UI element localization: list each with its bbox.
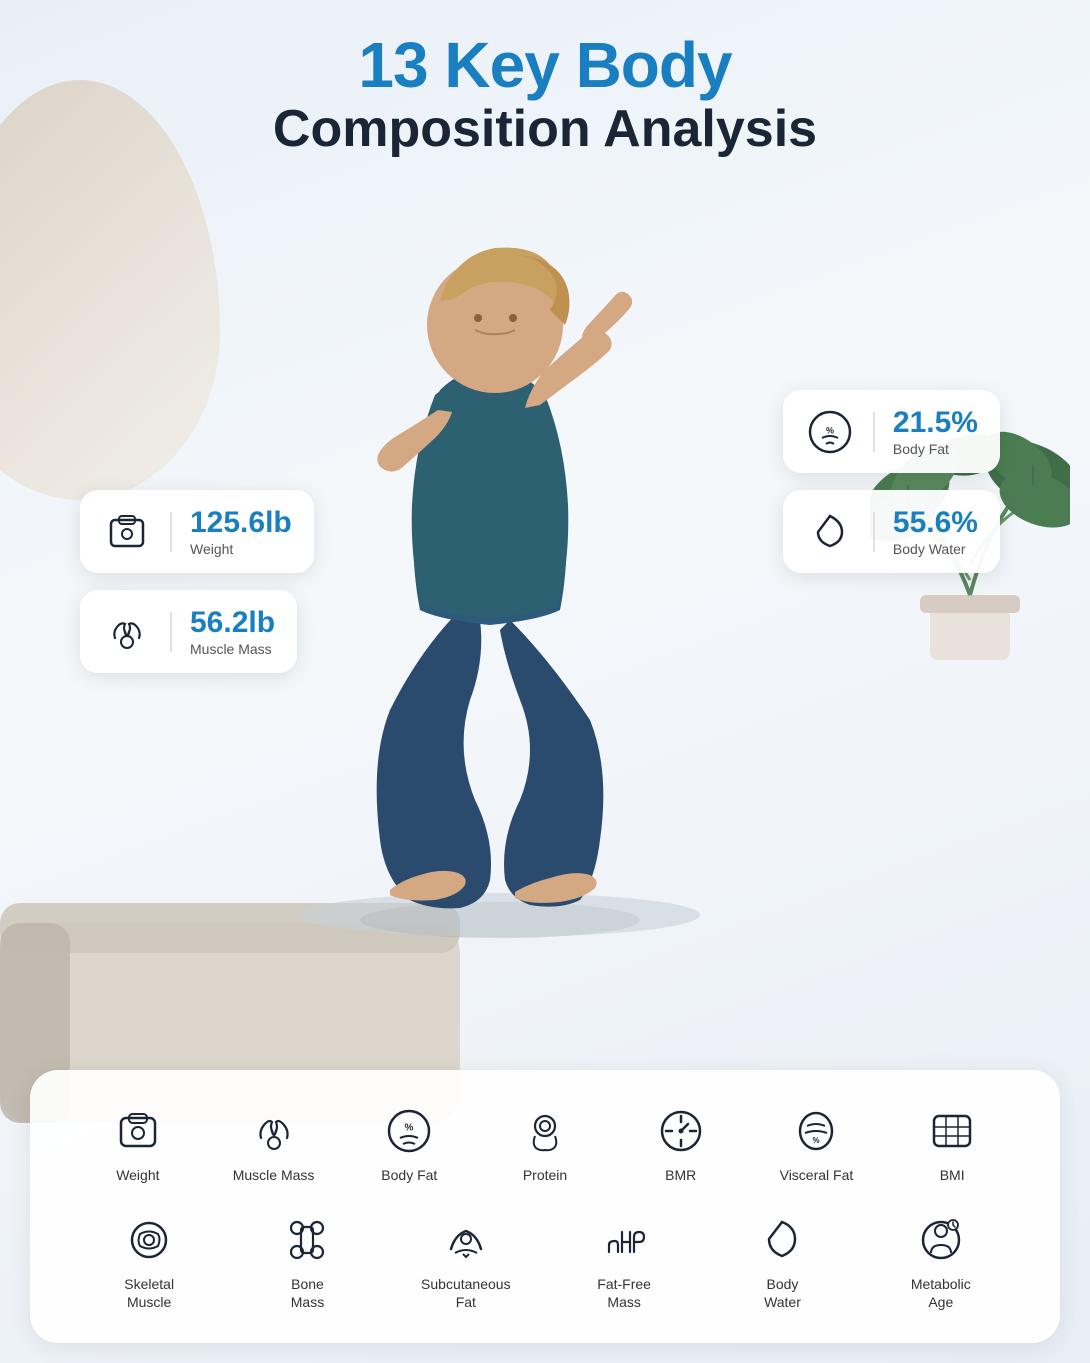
weight-icon (102, 507, 152, 557)
stat-card-body-fat: % 21.5% Body Fat (783, 390, 1000, 473)
stat-card-body-water: 55.6% Body Water (783, 490, 1000, 573)
metric-bmr: BMR (613, 1106, 749, 1184)
metric-metabolic-age: MetabolicAge (862, 1215, 1020, 1311)
metric-muscle-mass-label: Muscle Mass (233, 1166, 315, 1184)
metric-weight-label: Weight (116, 1166, 159, 1184)
metric-bone-mass: BoneMass (228, 1215, 386, 1311)
weight-value: 125.6lb (190, 506, 292, 539)
muscle-mass-value: 56.2lb (190, 606, 275, 639)
metric-visceral-fat: % Visceral Fat (749, 1106, 885, 1184)
stat-card-weight: 125.6lb Weight (80, 490, 314, 573)
metric-body-water-label: BodyWater (764, 1275, 801, 1311)
metric-body-fat-label: Body Fat (381, 1166, 437, 1184)
card-divider (873, 412, 875, 452)
body-water-info: 55.6% Body Water (893, 506, 978, 557)
metric-skeletal-muscle: SkeletalMuscle (70, 1215, 228, 1311)
card-divider (170, 612, 172, 652)
weight-info: 125.6lb Weight (190, 506, 292, 557)
metric-bmr-icon (656, 1106, 706, 1156)
metric-bmr-label: BMR (665, 1166, 696, 1184)
metric-body-water: BodyWater (703, 1215, 861, 1311)
body-fat-label: Body Fat (893, 441, 978, 457)
metric-subcutaneous-fat: SubcutaneousFat (387, 1215, 545, 1311)
metric-bone-mass-icon (282, 1215, 332, 1265)
svg-text:%: % (405, 1123, 414, 1134)
body-fat-value: 21.5% (893, 406, 978, 439)
metric-body-fat: % Body Fat (341, 1106, 477, 1184)
body-water-value: 55.6% (893, 506, 978, 539)
metric-subcutaneous-fat-label: SubcutaneousFat (421, 1275, 511, 1311)
page-container: 13 Key Body Composition Analysis % 21.5%… (0, 0, 1090, 1363)
metric-weight: Weight (70, 1106, 206, 1184)
metric-subcutaneous-fat-icon (441, 1215, 491, 1265)
svg-text:%: % (813, 1137, 820, 1146)
metric-metabolic-age-label: MetabolicAge (911, 1275, 971, 1311)
metrics-row-1: Weight Muscle Mass (70, 1106, 1020, 1184)
svg-text:%: % (826, 425, 834, 435)
metric-fat-free-mass-label: Fat-FreeMass (597, 1275, 651, 1311)
stat-card-muscle-mass: 56.2lb Muscle Mass (80, 590, 297, 673)
muscle-mass-label: Muscle Mass (190, 641, 275, 657)
metric-muscle-mass-icon (249, 1106, 299, 1156)
metric-protein-label: Protein (523, 1166, 567, 1184)
muscle-mass-info: 56.2lb Muscle Mass (190, 606, 275, 657)
card-divider (873, 512, 875, 552)
metric-metabolic-age-icon (916, 1215, 966, 1265)
body-water-icon (805, 507, 855, 557)
metrics-row-2: SkeletalMuscle BoneMass (70, 1215, 1020, 1311)
body-water-label: Body Water (893, 541, 978, 557)
metric-muscle-mass: Muscle Mass (206, 1106, 342, 1184)
body-fat-info: 21.5% Body Fat (893, 406, 978, 457)
metric-skeletal-muscle-label: SkeletalMuscle (124, 1275, 174, 1311)
title-line1: 13 Key Body (0, 30, 1090, 100)
metric-visceral-fat-icon: % (791, 1106, 841, 1156)
metric-bmi-label: BMI (940, 1166, 965, 1184)
weight-label: Weight (190, 541, 292, 557)
title-area: 13 Key Body Composition Analysis (0, 30, 1090, 160)
metric-body-fat-icon: % (384, 1106, 434, 1156)
body-fat-icon: % (805, 407, 855, 457)
metric-skeletal-muscle-icon (124, 1215, 174, 1265)
metric-protein-icon (520, 1106, 570, 1156)
metric-bmi: BMI (884, 1106, 1020, 1184)
metric-bmi-icon (927, 1106, 977, 1156)
metric-bone-mass-label: BoneMass (291, 1275, 324, 1311)
metric-weight-icon (113, 1106, 163, 1156)
card-divider (170, 512, 172, 552)
metric-fat-free-mass-icon (599, 1215, 649, 1265)
metric-visceral-fat-label: Visceral Fat (780, 1166, 854, 1184)
metrics-panel: Weight Muscle Mass (30, 1070, 1060, 1343)
title-line2: Composition Analysis (0, 100, 1090, 160)
muscle-mass-icon (102, 607, 152, 657)
metric-fat-free-mass: Fat-FreeMass (545, 1215, 703, 1311)
metric-body-water-icon (757, 1215, 807, 1265)
metric-protein: Protein (477, 1106, 613, 1184)
